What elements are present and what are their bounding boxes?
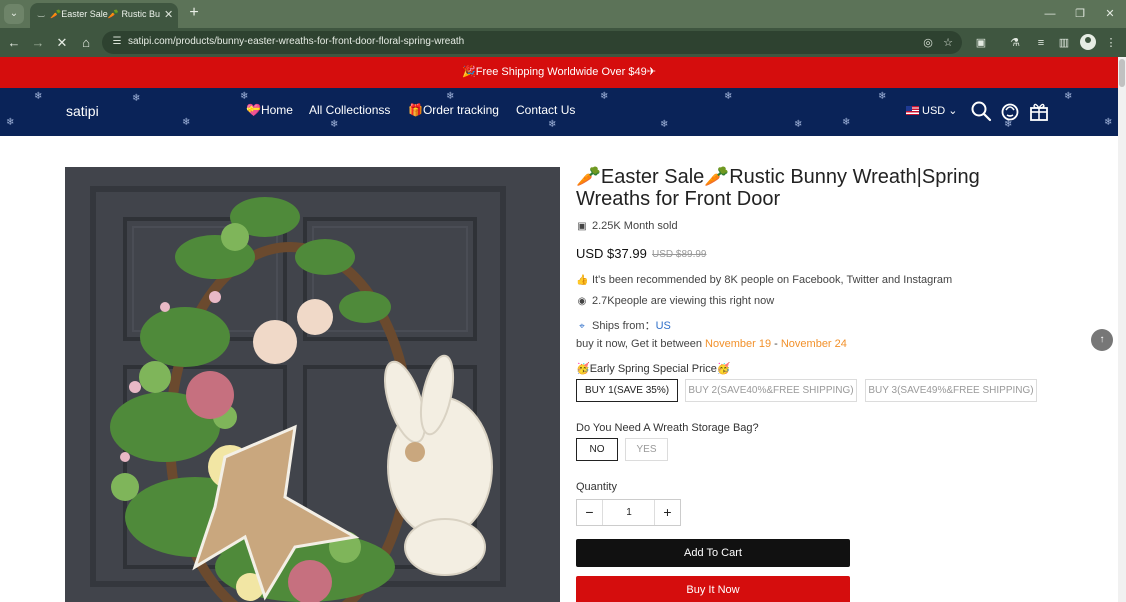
bookmark-star-icon[interactable]: ☆ [940, 35, 956, 51]
snowflake-icon: ❄ [330, 119, 339, 130]
delivery-end: November 24 [780, 338, 847, 350]
address-bar[interactable]: ☰ satipi.com/products/bunny-easter-wreat… [102, 31, 962, 54]
special-price-label: 🥳Early Spring Special Price🥳 [576, 363, 731, 375]
currency-selector[interactable]: USD ⌄ [906, 104, 958, 120]
site-info-icon[interactable]: ☰ [110, 35, 124, 49]
tab-close-icon[interactable]: ✕ [164, 8, 176, 22]
back-to-top-button[interactable]: ↑ [1091, 329, 1113, 351]
snowflake-icon: ❄ [842, 117, 851, 128]
eye-off-icon[interactable]: ◎ [920, 35, 936, 51]
announcement-bar: 🎉Free Shipping Worldwide Over $49✈ [0, 57, 1118, 88]
recommended-text: It's been recommended by 8K people on Fa… [592, 274, 953, 286]
ships-from-value[interactable]: US [656, 320, 671, 332]
stop-loading-icon[interactable]: ✕ [52, 33, 72, 53]
snowflake-icon: ❄ [600, 91, 609, 102]
snowflake-icon: ❄ [794, 119, 803, 130]
sold-text: 2.25K Month sold [592, 220, 678, 232]
quantity-input[interactable]: 1 [604, 500, 654, 525]
snowflake-icon: ❄ [724, 91, 733, 102]
nav-contact-us[interactable]: Contact Us [516, 103, 575, 121]
close-window-button[interactable]: ✕ [1100, 5, 1120, 23]
quantity-increase-button[interactable]: + [654, 500, 680, 525]
snowflake-icon: ❄ [182, 117, 191, 128]
product-title: 🥕Easter Sale🥕Rustic Bunny Wreath|Spring … [576, 166, 980, 210]
snowflake-icon: ❄ [878, 91, 887, 102]
product-price: USD $37.99 [576, 246, 647, 261]
page-scrollbar[interactable] [1118, 57, 1126, 602]
snowflake-icon: ❄ [1064, 91, 1073, 102]
bag-option-no[interactable]: NO [576, 438, 618, 461]
nav-home[interactable]: 💝Home [246, 103, 293, 121]
forward-arrow-icon[interactable]: → [28, 33, 48, 53]
wreath-photo [65, 167, 560, 602]
buy-now-button[interactable]: Buy It Now [576, 576, 850, 602]
snowflake-icon: ❄ [34, 91, 43, 102]
product-image[interactable] [65, 167, 560, 602]
tab-title: 🥕Easter Sale🥕 Rustic Bunny W [50, 9, 160, 19]
snowflake-icon: ❄ [446, 91, 455, 102]
currency-code: USD [922, 105, 946, 117]
more-menu-icon[interactable]: ⋮ [1102, 34, 1120, 52]
us-flag-icon [906, 106, 919, 115]
tab-search-icon[interactable]: ⌄ [4, 4, 24, 24]
bag-option-yes[interactable]: YES [625, 438, 668, 461]
bundle-option-2[interactable]: BUY 2(SAVE40%&FREE SHIPPING) [685, 379, 857, 402]
snowflake-icon: ❄ [1104, 117, 1113, 128]
scrollbar-thumb[interactable] [1119, 59, 1125, 87]
quantity-decrease-button[interactable]: − [577, 500, 603, 525]
new-tab-button[interactable]: + [185, 4, 203, 22]
profile-avatar-icon[interactable] [1080, 34, 1096, 50]
snowflake-icon: ❄ [6, 117, 15, 128]
ships-from-label: Ships from： [592, 320, 656, 332]
extensions-icon[interactable]: ▣ [972, 34, 990, 52]
recommended-line: 👍 It's been recommended by 8K people on F… [576, 274, 952, 288]
delivery-line: buy it now, Get it between November 19 -… [576, 338, 847, 352]
browser-tab[interactable]: ‿ 🥕Easter Sale🥕 Rustic Bunny W ✕ [30, 3, 178, 28]
thumbs-up-icon: 👍 [576, 275, 589, 286]
home-icon[interactable]: ⌂ [76, 33, 96, 53]
minimize-button[interactable]: — [1040, 5, 1060, 23]
bag-icon: ▣ [577, 221, 587, 232]
bundle-option-3[interactable]: BUY 3(SAVE49%&FREE SHIPPING) [865, 379, 1037, 402]
month-sold: ▣ 2.25K Month sold [576, 220, 678, 234]
delivery-sep: - [771, 338, 781, 350]
browser-tab-bar: ⌄ ‿ 🥕Easter Sale🥕 Rustic Bunny W ✕ + — ❐… [0, 0, 1126, 28]
side-panel-icon[interactable]: ▥ [1055, 34, 1073, 52]
compare-price: USD $89.99 [652, 249, 707, 260]
delivery-start: November 19 [705, 338, 772, 350]
quantity-stepper: − 1 + [576, 499, 681, 526]
gift-cart-icon[interactable] [1028, 100, 1050, 122]
back-arrow-icon[interactable]: ← [4, 33, 24, 53]
url-text[interactable]: satipi.com/products/bunny-easter-wreaths… [128, 36, 728, 50]
account-icon[interactable] [999, 100, 1021, 122]
location-pin-icon: ⌖ [579, 321, 585, 332]
storage-bag-label: Do You Need A Wreath Storage Bag? [576, 422, 759, 434]
snowflake-icon: ❄ [548, 119, 557, 130]
snowflake-icon: ❄ [660, 119, 669, 130]
nav-order-tracking[interactable]: 🎁Order tracking [408, 103, 499, 121]
media-icon[interactable]: ≡ [1032, 34, 1050, 52]
eye-icon: ◉ [577, 296, 587, 307]
browser-toolbar: ← → ✕ ⌂ ☰ satipi.com/products/bunny-east… [0, 28, 1126, 57]
snowflake-icon: ❄ [132, 93, 141, 104]
site-logo[interactable]: satipi [66, 103, 126, 121]
snowflake-icon: ❄ [240, 91, 249, 102]
chevron-down-icon: ⌄ [945, 105, 958, 117]
bundle-option-1[interactable]: BUY 1(SAVE 35%) [576, 379, 678, 402]
add-to-cart-button[interactable]: Add To Cart [576, 539, 850, 567]
site-header: ❄ ❄ ❄ ❄ ❄ ❄ ❄ ❄ ❄ ❄ ❄ ❄ ❄ ❄ ❄ ❄ ❄ satipi… [0, 88, 1118, 136]
restore-button[interactable]: ❐ [1070, 5, 1090, 23]
lab-icon[interactable]: ⚗ [1006, 34, 1024, 52]
ships-from-line: ⌖ Ships from：US [576, 317, 671, 332]
viewing-line: ◉ 2.7Kpeople are viewing this right now [576, 295, 775, 309]
delivery-prefix: buy it now, Get it between [576, 338, 706, 350]
quantity-label: Quantity [576, 481, 617, 493]
nav-all-collections[interactable]: All Collectionss [309, 103, 390, 121]
search-icon[interactable] [970, 100, 992, 122]
loading-icon: ‿ [38, 8, 45, 17]
viewing-text: 2.7Kpeople are viewing this right now [592, 295, 775, 307]
